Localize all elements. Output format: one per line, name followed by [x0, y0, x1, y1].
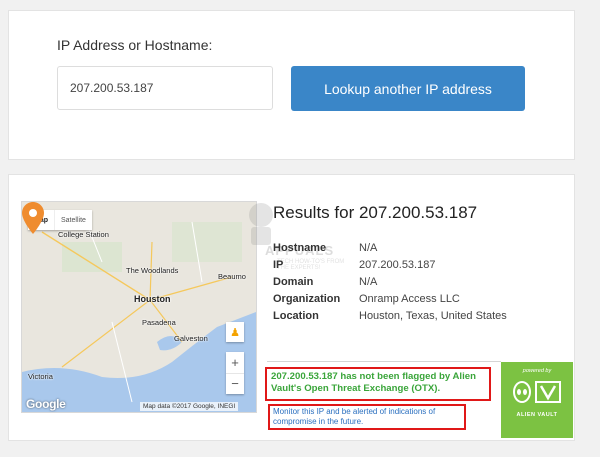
zoom-out-button[interactable]: − [226, 372, 244, 395]
map-attribution: Map data ©2017 Google, INEGI [140, 402, 239, 411]
street-view-pegman-icon[interactable]: ♟ [226, 322, 244, 342]
alienvault-badge[interactable]: powered by ALIEN VAULT [501, 362, 573, 438]
info-value: Onramp Access LLC [359, 293, 460, 305]
city-label-the-woodlands: The Woodlands [126, 266, 179, 275]
monitor-ip-link[interactable]: Monitor this IP and be alerted of indica… [273, 407, 461, 427]
city-label-galveston: Galveston [174, 334, 208, 343]
city-label-houston: Houston [134, 294, 171, 304]
info-value: N/A [359, 242, 378, 254]
alienvault-logo-icon [513, 381, 561, 403]
alienvault-name: ALIEN VAULT [516, 412, 558, 418]
info-value: Houston, Texas, United States [359, 310, 507, 322]
results-title: Results for 207.200.53.187 [273, 203, 478, 222]
city-label-victoria: Victoria [28, 372, 53, 381]
location-map[interactable]: Map Satellite College Station The Woodla… [21, 201, 257, 413]
satellite-view-button[interactable]: Satellite [54, 210, 92, 230]
monitor-link-highlight: Monitor this IP and be alerted of indica… [268, 404, 466, 430]
info-key: IP [273, 259, 284, 271]
info-value: N/A [359, 276, 378, 288]
city-label-college-station: College Station [58, 230, 109, 239]
city-label-pasadena: Pasadena [142, 318, 176, 327]
zoom-controls: + − [226, 352, 244, 394]
info-key: Location [273, 310, 319, 322]
results-card: Map Satellite College Station The Woodla… [8, 174, 575, 441]
lookup-card: IP Address or Hostname: Lookup another I… [8, 10, 575, 160]
watermark-subtext: TECH HOW-TO'S FROM THE EXPERTS! [277, 259, 345, 271]
lookup-button[interactable]: Lookup another IP address [291, 66, 525, 111]
info-key: Organization [273, 293, 341, 305]
google-logo[interactable]: Google [26, 397, 66, 411]
location-pin-icon[interactable] [22, 202, 44, 234]
ip-input[interactable] [57, 66, 273, 110]
info-key: Domain [273, 276, 314, 288]
zoom-in-button[interactable]: + [226, 352, 244, 373]
powered-by-text: powered by [522, 368, 552, 374]
results-divider [267, 361, 501, 362]
ip-field-label: IP Address or Hostname: [57, 37, 213, 53]
otx-flag-status-highlight: 207.200.53.187 has not been flagged by A… [265, 367, 491, 401]
otx-flag-status: 207.200.53.187 has not been flagged by A… [271, 371, 476, 394]
info-key: Hostname [273, 242, 327, 254]
info-value: 207.200.53.187 [359, 259, 436, 271]
